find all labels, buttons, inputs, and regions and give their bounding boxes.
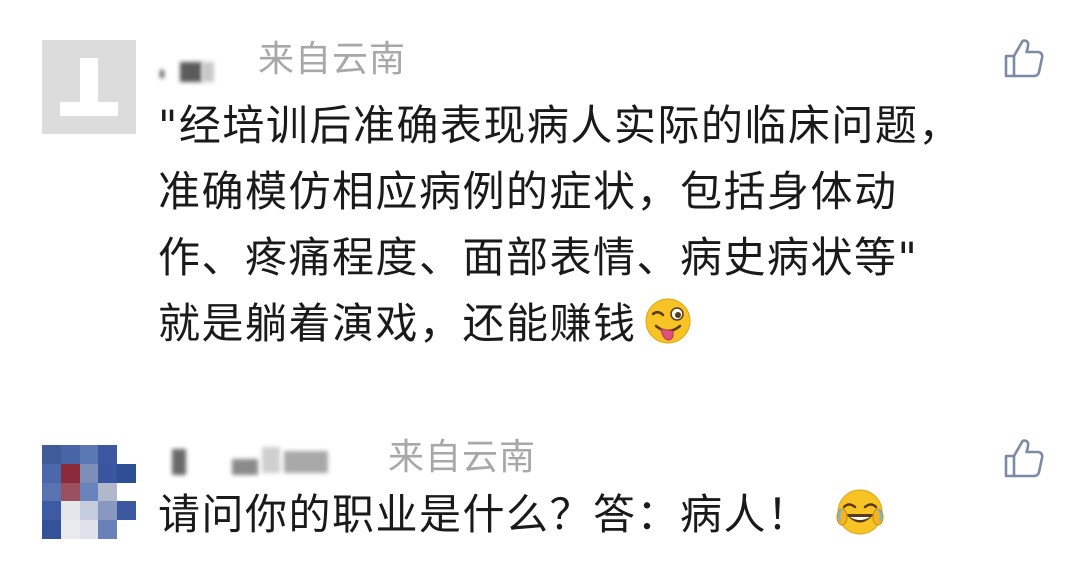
comment-text: "经培训后准确表现病人实际的临床问题， 准确模仿相应病例的症状，包括身体动 作、…	[158, 93, 1058, 357]
comment-line-last: 就是躺着演戏，还能赚钱	[158, 291, 1058, 357]
avatar-glyph	[60, 102, 118, 116]
comment-line-text: 请问你的职业是什么？答：病人！	[158, 490, 811, 539]
comment-feed: 来自云南 "经培训后准确表现病人实际的临床问题， 准确模仿相应病例的症状，包括身…	[0, 0, 1080, 572]
avatar-glyph	[80, 58, 98, 102]
winking-tongue-face-icon	[643, 296, 693, 346]
avatar[interactable]	[42, 445, 136, 539]
comment-line: 准确模仿相应病例的症状，包括身体动	[158, 167, 898, 216]
comment-item: 来自云南 "经培训后准确表现病人实际的临床问题， 准确模仿相应病例的症状，包括身…	[0, 0, 1080, 380]
rolling-laughing-face-icon	[835, 487, 885, 537]
comment-line-last: 请问你的职业是什么？答：病人！	[158, 482, 1058, 548]
comment-text: 请问你的职业是什么？答：病人！	[158, 482, 1058, 548]
avatar[interactable]	[42, 40, 136, 134]
comment-line: 作、疼痛程度、面部表情、病史病状等"	[158, 233, 919, 282]
username-blurred[interactable]	[170, 445, 335, 475]
comment-line-text: 就是躺着演戏，还能赚钱	[158, 299, 637, 348]
like-button[interactable]	[1000, 34, 1048, 82]
comment-item: 来自云南 请问你的职业是什么？答：病人！	[0, 420, 1080, 572]
username-blurred[interactable]	[160, 54, 222, 84]
like-button[interactable]	[1000, 434, 1048, 482]
thumbs-up-icon	[1004, 439, 1044, 478]
location-label: 来自云南	[258, 39, 407, 80]
thumbs-up-icon	[1004, 39, 1044, 78]
comment-line: "经培训后准确表现病人实际的临床问题，	[158, 101, 962, 150]
location-label: 来自云南	[388, 437, 537, 478]
